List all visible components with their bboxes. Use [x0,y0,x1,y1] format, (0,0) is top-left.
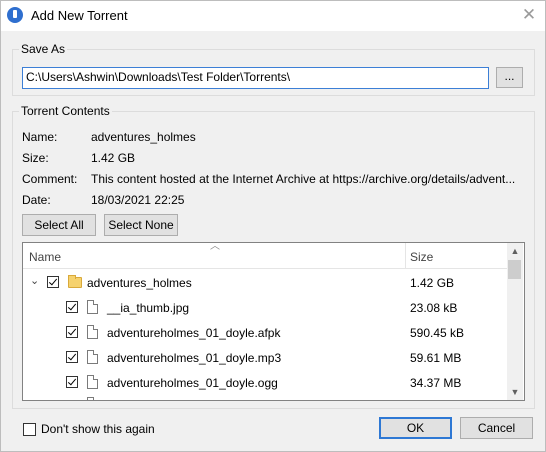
browse-button[interactable]: ... [496,67,523,88]
tree-row-file[interactable]: adventureholmes_01_doyle.mp3 59.61 MB [23,344,507,369]
select-all-button[interactable]: Select All [22,214,96,236]
folder-name: adventures_holmes [87,276,192,290]
file-size: 590.45 kB [410,326,465,340]
folder-checkbox[interactable] [47,276,59,288]
size-value: 1.42 GB [91,151,136,165]
cancel-button[interactable]: Cancel [460,417,533,439]
file-icon [87,300,98,314]
save-as-label: Save As [19,42,68,56]
column-header-size[interactable]: Size [410,250,433,264]
file-name: adventureholmes_01_doyle.afpk [107,326,281,340]
comment-value: This content hosted at the Internet Arch… [91,172,516,186]
file-name: adventureholmes_01_doyle.mp3 [107,351,282,365]
file-size: 34.37 MB [410,376,462,390]
scroll-down-icon[interactable]: ▼ [507,384,523,400]
dont-show-checkbox[interactable] [23,423,36,436]
size-label: Size: [22,151,49,165]
tree-row-folder[interactable]: ⌄ adventures_holmes 1.42 GB [23,269,507,294]
file-icon [87,350,98,364]
dont-show-label[interactable]: Don't show this again [41,422,155,436]
name-label: Name: [22,130,58,144]
file-icon [87,325,98,339]
comment-label: Comment: [22,172,78,186]
scrollbar-thumb[interactable] [508,260,521,279]
file-icon [87,375,98,389]
column-separator[interactable] [405,243,406,268]
tree-row-file[interactable]: adventureholmes_01_doyle.ogg 34.37 MB [23,369,507,394]
select-none-button[interactable]: Select None [104,214,178,236]
sort-up-icon: ︿ [210,242,220,252]
app-icon [7,7,23,23]
column-header-name[interactable]: Name [29,250,61,264]
torrent-contents-label: Torrent Contents [19,104,112,118]
file-checkbox[interactable] [66,351,78,363]
file-tree[interactable]: ︿ Name Size ⌄ adventures_holmes 1.42 GB … [22,242,525,401]
tree-header: ︿ Name Size [23,243,507,269]
close-icon[interactable]: ✕ [520,6,538,24]
folder-size: 1.42 GB [410,276,455,290]
save-path-field[interactable] [22,67,489,89]
file-name: __ia_thumb.jpg [107,301,190,315]
file-checkbox[interactable] [66,301,78,313]
ok-button[interactable]: OK [379,417,452,439]
file-icon [87,397,98,400]
scroll-up-icon[interactable]: ▲ [507,243,523,259]
date-label: Date: [22,193,51,207]
file-name: adventureholmes_01_doyle.ogg [107,376,278,390]
tree-row-file-partial[interactable] [23,394,507,400]
title-bar: Add New Torrent ✕ [0,0,546,31]
file-checkbox[interactable] [66,376,78,388]
chevron-down-icon[interactable]: ⌄ [30,274,39,287]
save-path-input[interactable] [23,68,481,86]
folder-icon [68,275,82,288]
name-value: adventures_holmes [91,130,196,144]
vertical-scrollbar[interactable]: ▲ ▼ [507,243,523,400]
window-title: Add New Torrent [31,8,128,23]
file-size: 23.08 kB [410,301,458,315]
date-value: 18/03/2021 22:25 [91,193,185,207]
tree-row-file[interactable]: __ia_thumb.jpg 23.08 kB [23,294,507,319]
file-size: 59.61 MB [410,351,462,365]
file-checkbox[interactable] [66,326,78,338]
tree-row-file[interactable]: adventureholmes_01_doyle.afpk 590.45 kB [23,319,507,344]
